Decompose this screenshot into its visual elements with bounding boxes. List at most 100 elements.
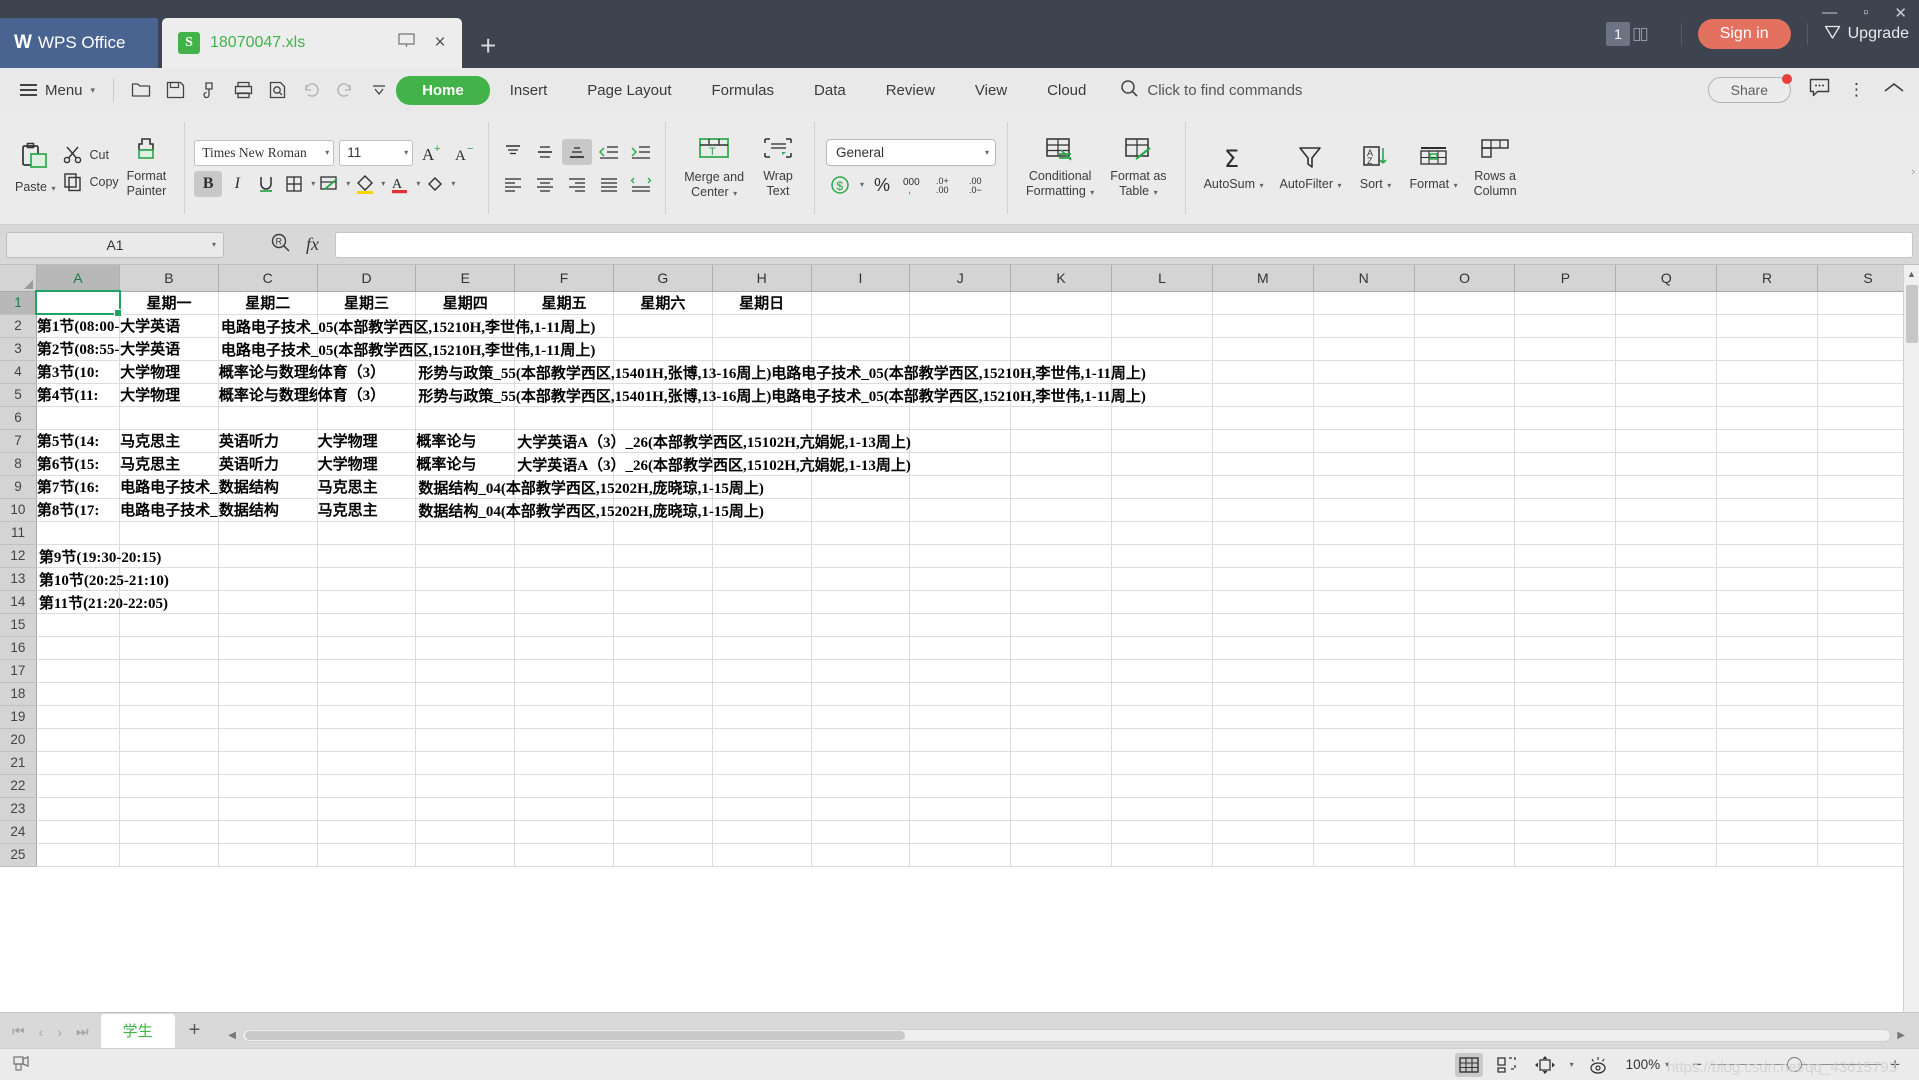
cell-C2[interactable]: 电路电子技术_05(本部教学西区,15210H,李世伟,1-11周上): [218, 314, 595, 338]
cell-O4[interactable]: [1414, 360, 1516, 384]
cell-Q15[interactable]: [1615, 613, 1718, 637]
cell-R9[interactable]: [1716, 475, 1819, 499]
cell-P12[interactable]: [1514, 544, 1617, 568]
maximize-button[interactable]: ▫: [1863, 4, 1868, 22]
cell-J1[interactable]: [909, 291, 1012, 315]
cell-E4[interactable]: 形势与政策_55(本部教学西区,15401H,张博,13-16周上)电路电子技术…: [415, 360, 1146, 384]
cell-N8[interactable]: [1313, 452, 1415, 476]
print-icon[interactable]: [226, 75, 260, 105]
cell-O10[interactable]: [1414, 498, 1516, 522]
column-header-G[interactable]: G: [613, 265, 713, 292]
tab-insert[interactable]: Insert: [490, 77, 568, 104]
zoom-knob[interactable]: [1787, 1057, 1803, 1072]
row-header-6[interactable]: 6: [0, 406, 37, 430]
zoom-level[interactable]: 100% ▾: [1626, 1057, 1670, 1072]
cell-A7[interactable]: 第5节(14:: [36, 429, 121, 453]
cell-R8[interactable]: [1716, 452, 1819, 476]
cell-K1[interactable]: [1010, 291, 1113, 315]
select-all-corner[interactable]: [0, 265, 37, 292]
cell-E21[interactable]: [415, 751, 516, 775]
cell-E10[interactable]: 数据结构_04(本部教学西区,15202H,庞晓琼,1-15周上): [415, 498, 764, 522]
cell-B21[interactable]: [119, 751, 219, 775]
autofilter-button[interactable]: AutoFilter ▾: [1271, 141, 1349, 196]
cell-B8[interactable]: 马克思主: [119, 452, 219, 476]
cell-J21[interactable]: [909, 751, 1012, 775]
cell-E7[interactable]: 概率论与: [415, 429, 516, 453]
cell-N11[interactable]: [1313, 521, 1415, 545]
horizontal-scroll-thumb[interactable]: [244, 1031, 905, 1040]
cell-O23[interactable]: [1414, 797, 1516, 821]
cell-A13[interactable]: 第10节(20:25-21:10): [36, 567, 169, 591]
increase-font-size-button[interactable]: A +: [418, 140, 446, 166]
cell-F7[interactable]: 大学英语A（3）_26(本部教学西区,15102H,亢娟妮,1-13周上): [514, 429, 911, 453]
cell-K20[interactable]: [1010, 728, 1113, 752]
comma-style-button[interactable]: 000,: [900, 172, 930, 198]
cell-C24[interactable]: [218, 820, 318, 844]
cell-R24[interactable]: [1716, 820, 1819, 844]
insert-function-icon[interactable]: fx: [306, 234, 319, 255]
cell-D5[interactable]: 体育（3）: [317, 383, 417, 407]
column-header-N[interactable]: N: [1313, 265, 1415, 292]
cell-M7[interactable]: [1212, 429, 1314, 453]
column-header-C[interactable]: C: [218, 265, 318, 292]
conditional-formatting-button[interactable]: Conditional Formatting ▾: [1018, 133, 1102, 203]
cell-C23[interactable]: [218, 797, 318, 821]
cell-R21[interactable]: [1716, 751, 1819, 775]
cell-B3[interactable]: 大学英语: [119, 337, 219, 361]
cell-E11[interactable]: [415, 521, 516, 545]
chevron-down-icon[interactable]: ▾: [346, 179, 350, 188]
row-header-10[interactable]: 10: [0, 498, 37, 522]
tab-home[interactable]: Home: [396, 75, 490, 105]
row-header-25[interactable]: 25: [0, 843, 37, 867]
cell-A17[interactable]: [36, 659, 121, 683]
cell-F16[interactable]: [514, 636, 614, 660]
cell-M17[interactable]: [1212, 659, 1314, 683]
cell-B5[interactable]: 大学物理: [119, 383, 219, 407]
cell-F8[interactable]: 大学英语A（3）_26(本部教学西区,15102H,亢娟妮,1-13周上): [514, 452, 911, 476]
cell-J19[interactable]: [909, 705, 1012, 729]
cell-B15[interactable]: [119, 613, 219, 637]
cell-L23[interactable]: [1111, 797, 1213, 821]
first-sheet-button[interactable]: ⏮: [12, 1023, 25, 1040]
reading-layout-button[interactable]: [1584, 1053, 1612, 1077]
decrease-indent-button[interactable]: [594, 139, 624, 165]
cell-M20[interactable]: [1212, 728, 1314, 752]
cell-G1[interactable]: 星期六: [613, 291, 713, 315]
cell-H19[interactable]: [712, 705, 812, 729]
cell-H2[interactable]: [712, 314, 812, 338]
cell-K9[interactable]: [1010, 475, 1113, 499]
cell-N21[interactable]: [1313, 751, 1415, 775]
save-icon[interactable]: [158, 75, 192, 105]
cell-J14[interactable]: [909, 590, 1012, 614]
cell-B2[interactable]: 大学英语: [119, 314, 219, 338]
cell-F14[interactable]: [514, 590, 614, 614]
cell-L15[interactable]: [1111, 613, 1213, 637]
cell-D13[interactable]: [317, 567, 417, 591]
cell-H25[interactable]: [712, 843, 812, 867]
cell-P11[interactable]: [1514, 521, 1617, 545]
cell-E22[interactable]: [415, 774, 516, 798]
decrease-decimal-button[interactable]: .00.0−: [966, 172, 996, 198]
cell-I23[interactable]: [811, 797, 911, 821]
cell-A4[interactable]: 第3节(10:: [36, 360, 121, 384]
cell-C9[interactable]: 数据结构: [218, 475, 318, 499]
cell-F12[interactable]: [514, 544, 614, 568]
cell-B4[interactable]: 大学物理: [119, 360, 219, 384]
cell-P1[interactable]: [1514, 291, 1617, 315]
paste-button[interactable]: Paste ▾: [7, 138, 63, 199]
cell-B25[interactable]: [119, 843, 219, 867]
row-header-17[interactable]: 17: [0, 659, 37, 683]
next-sheet-button[interactable]: ›: [57, 1024, 62, 1040]
cell-P4[interactable]: [1514, 360, 1617, 384]
format-painter-button[interactable]: Format Painter: [119, 133, 175, 203]
cell-J18[interactable]: [909, 682, 1012, 706]
cell-J6[interactable]: [909, 406, 1012, 430]
customize-quick-access-icon[interactable]: [362, 75, 396, 105]
cell-E18[interactable]: [415, 682, 516, 706]
cell-B10[interactable]: 电路电子技术_05(2: [119, 498, 219, 522]
cell-L9[interactable]: [1111, 475, 1213, 499]
cell-I13[interactable]: [811, 567, 911, 591]
cell-N15[interactable]: [1313, 613, 1415, 637]
cell-Q25[interactable]: [1615, 843, 1718, 867]
cell-H13[interactable]: [712, 567, 812, 591]
